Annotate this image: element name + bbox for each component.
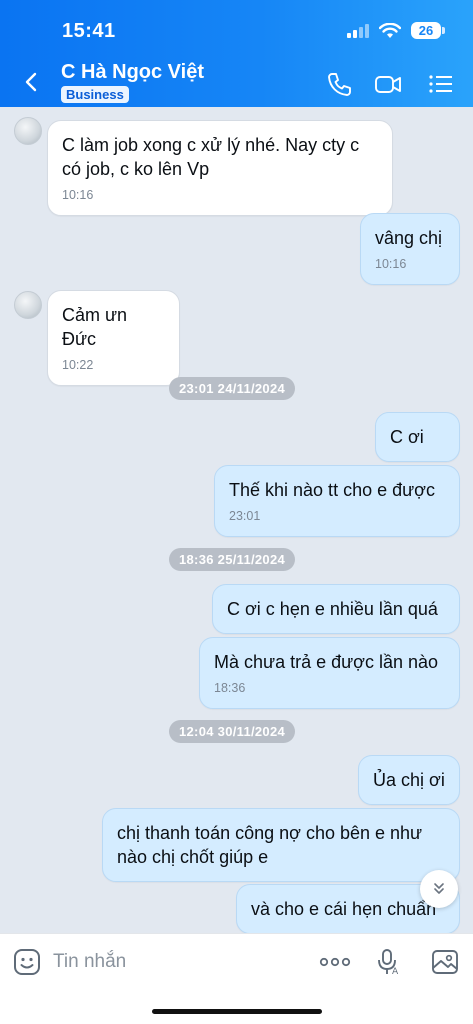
status-time: 15:41 xyxy=(62,20,116,42)
phone-icon[interactable] xyxy=(325,70,353,98)
signal-icon xyxy=(347,23,369,38)
battery-icon: 26 xyxy=(411,22,445,39)
message-text: và cho e cái hẹn chuẩn xyxy=(251,899,437,919)
date-separator: 18:36 25/11/2024 xyxy=(169,548,296,571)
chat-header: 15:41 26 C Hà Ngọc Việt Business xyxy=(0,0,473,107)
more-icon[interactable] xyxy=(319,947,351,977)
message-bubble[interactable]: C làm job xong c xử lý nhé. Nay cty c có… xyxy=(47,120,393,216)
video-icon[interactable] xyxy=(374,70,402,98)
image-icon[interactable] xyxy=(430,947,460,977)
message-list[interactable]: C làm job xong c xử lý nhé. Nay cty c có… xyxy=(0,107,473,933)
message-time: 23:01 xyxy=(229,509,261,523)
contact-name[interactable]: C Hà Ngọc Việt xyxy=(61,61,204,84)
voice-icon[interactable]: A xyxy=(373,947,403,977)
message-time: 10:16 xyxy=(375,257,407,271)
message-bubble[interactable]: C ơi xyxy=(375,412,460,462)
message-text: C ơi c hẹn e nhiều lần quá xyxy=(227,599,438,619)
wifi-icon xyxy=(379,22,401,38)
message-text: Cảm ưn Đức xyxy=(62,305,128,349)
contact-avatar[interactable] xyxy=(14,117,42,145)
message-time: 10:22 xyxy=(62,358,94,372)
message-bubble[interactable]: chị thanh toán công nợ cho bên e như nào… xyxy=(102,808,460,882)
contact-avatar[interactable] xyxy=(14,291,42,319)
date-separator: 23:01 24/11/2024 xyxy=(169,377,296,400)
message-time: 18:36 xyxy=(214,681,246,695)
message-bubble[interactable]: Cảm ưn Đức 10:22 xyxy=(47,290,180,386)
double-chevron-down-icon xyxy=(434,883,444,894)
back-icon[interactable] xyxy=(18,68,46,96)
scroll-to-bottom-button[interactable] xyxy=(420,870,458,908)
message-bubble[interactable]: Ủa chị ơi xyxy=(358,755,460,805)
message-text: C ơi xyxy=(390,427,424,447)
message-text: vâng chị xyxy=(375,228,443,248)
home-indicator xyxy=(152,1009,322,1014)
sticker-icon[interactable] xyxy=(12,947,42,977)
menu-icon[interactable] xyxy=(427,70,455,98)
message-text: Thế khi nào tt cho e được xyxy=(229,480,435,500)
message-text: chị thanh toán công nợ cho bên e như nào… xyxy=(117,823,423,867)
message-bubble[interactable]: C ơi c hẹn e nhiều lần quá xyxy=(212,584,460,634)
status-icons: 26 xyxy=(347,22,445,39)
message-bubble[interactable]: Mà chưa trả e được lần nào 18:36 xyxy=(199,637,460,709)
svg-text:A: A xyxy=(392,967,399,977)
date-separator: 12:04 30/11/2024 xyxy=(169,720,296,743)
message-text: Ủa chị ơi xyxy=(373,770,445,790)
message-input[interactable]: Tin nhắn xyxy=(53,951,126,973)
message-text: Mà chưa trả e được lần nào xyxy=(214,652,439,672)
message-time: 10:16 xyxy=(62,188,94,202)
message-text: C làm job xong c xử lý nhé. Nay cty c có… xyxy=(62,135,360,179)
business-badge: Business xyxy=(61,86,129,103)
message-bubble[interactable]: vâng chị 10:16 xyxy=(360,213,460,285)
message-bubble[interactable]: Thế khi nào tt cho e được 23:01 xyxy=(214,465,460,537)
